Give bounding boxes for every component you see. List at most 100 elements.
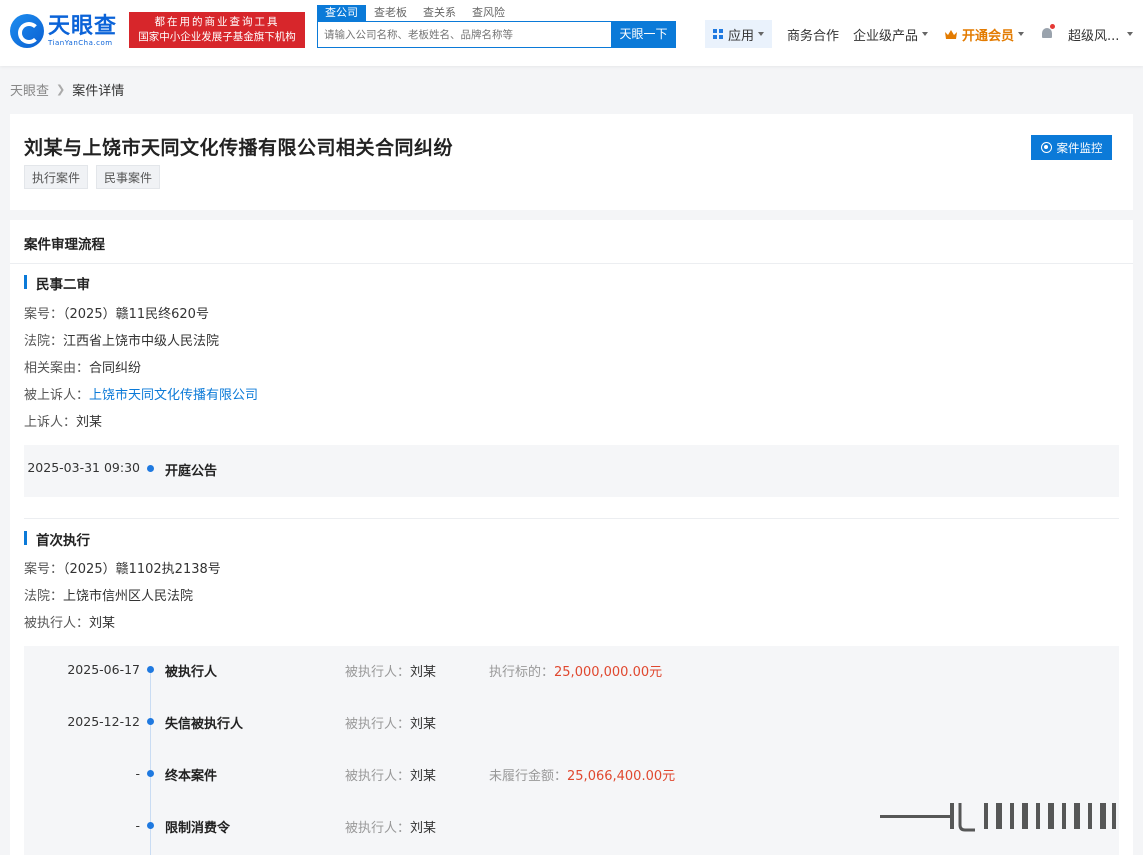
field-label: 法院： (24, 334, 64, 349)
timeline-date: 2025-03-31 09:30 (27, 460, 140, 475)
nav-app-label: 应用 (727, 28, 754, 44)
breadcrumb: 天眼查 ❯ 案件详情 (10, 80, 124, 99)
field-appellant: 上诉人：刘某 (24, 411, 102, 430)
field-value: 上饶市信州区人民法院 (63, 589, 194, 604)
bell-icon (1041, 24, 1055, 41)
case-tags: 执行案件 民事案件 (24, 165, 161, 189)
tag-execution[interactable]: 执行案件 (24, 165, 89, 189)
timeline-event[interactable]: 限制消费令 (165, 817, 230, 836)
process-title: 案件审理流程 (24, 237, 105, 253)
slogan-banner: 都在用的商业查询工具 国家中小企业发展子基金旗下机构 (129, 12, 305, 48)
case-header-card: 刘某与上饶市天同文化传播有限公司相关合同纠纷 执行案件 民事案件 案件监控 (10, 114, 1133, 210)
case-monitor-button[interactable]: 案件监控 (1031, 135, 1112, 160)
timeline-date: - (135, 766, 140, 781)
amount-label: 未履行金额： (489, 769, 568, 784)
watermark-logo (880, 803, 1116, 832)
field-label: 相关案由： (24, 361, 90, 376)
nav-app-menu[interactable]: 应用 (705, 20, 772, 48)
chevron-down-icon (1127, 32, 1134, 36)
amount-label: 执行标的： (489, 665, 555, 680)
timeline-amount: 未履行金额：25,066,400.00元 (489, 765, 675, 784)
case-process-card: 案件审理流程 民事二审 案号：（2025）赣11民终620号 法院：江西省上饶市… (10, 220, 1133, 855)
party-value: 刘某 (410, 769, 437, 784)
timeline-dot (147, 465, 154, 472)
breadcrumb-home[interactable]: 天眼查 (10, 80, 49, 99)
field-value: 刘某 (89, 616, 116, 631)
field-value: （2025）赣11民终620号 (63, 307, 209, 322)
nav-business[interactable]: 商务合作 (787, 20, 839, 48)
timeline-event[interactable]: 被执行人 (165, 661, 217, 680)
timeline-event[interactable]: 失信被执行人 (165, 713, 243, 732)
party-value: 刘某 (410, 717, 437, 732)
second-trial-timeline: 2025-03-31 09:30 开庭公告 (24, 445, 1119, 497)
search-tabs: 查公司 查老板 查关系 查风险 (317, 5, 513, 21)
party-label: 被执行人： (345, 769, 411, 784)
case-monitor-label: 案件监控 (1056, 142, 1103, 155)
logo-text: 天眼查 (48, 14, 118, 39)
timeline-party: 被执行人：刘某 (345, 817, 436, 836)
field-value: 合同纠纷 (89, 361, 142, 376)
nav-enterprise-label: 企业级产品 (853, 28, 919, 44)
timeline-party: 被执行人：刘某 (345, 661, 436, 680)
crown-icon (945, 29, 957, 39)
field-case-no: 案号：（2025）赣1102执2138号 (24, 558, 221, 577)
nav-business-label: 商务合作 (787, 28, 840, 44)
field-label: 案号： (24, 307, 64, 322)
tab-risk[interactable]: 查风险 (464, 5, 513, 21)
section-first-execution: 首次执行 (24, 529, 90, 549)
tab-company[interactable]: 查公司 (317, 5, 366, 21)
timeline-event[interactable]: 终本案件 (165, 765, 217, 784)
field-label: 被执行人： (24, 616, 90, 631)
tab-relation[interactable]: 查关系 (415, 5, 464, 21)
chevron-down-icon (758, 32, 764, 36)
user-menu[interactable]: 超级风... (1068, 20, 1134, 48)
divider (24, 518, 1119, 519)
amount-value: 25,066,400.00元 (567, 769, 676, 784)
slogan-line-1: 都在用的商业查询工具 (154, 16, 280, 28)
breadcrumb-current: 案件详情 (72, 84, 125, 99)
field-label: 案号： (24, 562, 64, 577)
nav-vip-label: 开通会员 (962, 28, 1015, 44)
search-box (317, 21, 612, 48)
timeline-party: 被执行人：刘某 (345, 713, 436, 732)
field-label: 法院： (24, 589, 64, 604)
top-header: 天眼查 TianYanCha.com 都在用的商业查询工具 国家中小企业发展子基… (0, 0, 1143, 66)
timeline-date: 2025-06-17 (67, 662, 140, 677)
tab-boss[interactable]: 查老板 (366, 5, 415, 21)
party-value: 刘某 (410, 821, 437, 836)
search-input[interactable] (318, 22, 611, 47)
user-name: 超级风... (1068, 28, 1120, 44)
field-case-no: 案号：（2025）赣11民终620号 (24, 303, 209, 322)
party-label: 被执行人： (345, 717, 411, 732)
nav-vip[interactable]: 开通会员 (944, 20, 1025, 48)
field-value: 江西省上饶市中级人民法院 (63, 334, 220, 349)
search-button[interactable]: 天眼一下 (611, 21, 676, 48)
field-appellee: 被上诉人：上饶市天同文化传播有限公司 (24, 384, 258, 403)
notification-bell[interactable] (1041, 20, 1055, 48)
timeline-event[interactable]: 开庭公告 (165, 460, 217, 479)
timeline-date: - (135, 818, 140, 833)
grid-icon (712, 29, 723, 39)
chevron-right-icon: ❯ (56, 83, 66, 96)
field-court: 法院：江西省上饶市中级人民法院 (24, 330, 219, 349)
field-court: 法院：上饶市信州区人民法院 (24, 585, 193, 604)
timeline-dot (147, 718, 154, 725)
party-value: 刘某 (410, 665, 437, 680)
timeline-date: 2025-12-12 (67, 714, 140, 729)
field-executed: 被执行人：刘某 (24, 612, 115, 631)
field-label: 被上诉人： (24, 388, 90, 403)
page-title: 刘某与上饶市天同文化传播有限公司相关合同纠纷 (24, 137, 454, 159)
field-label: 上诉人： (24, 415, 77, 430)
logo-eye-icon (10, 14, 44, 48)
chevron-down-icon (922, 32, 929, 36)
timeline-dot (147, 770, 154, 777)
tianyancha-logo[interactable]: 天眼查 TianYanCha.com (10, 12, 125, 50)
timeline-party: 被执行人：刘某 (345, 765, 436, 784)
divider (10, 263, 1133, 264)
tag-civil[interactable]: 民事案件 (96, 165, 161, 189)
nav-enterprise[interactable]: 企业级产品 (853, 20, 929, 48)
appellee-company-link[interactable]: 上饶市天同文化传播有限公司 (89, 388, 258, 403)
party-label: 被执行人： (345, 665, 411, 680)
slogan-line-2: 国家中小企业发展子基金旗下机构 (138, 31, 296, 43)
field-cause: 相关案由：合同纠纷 (24, 357, 141, 376)
